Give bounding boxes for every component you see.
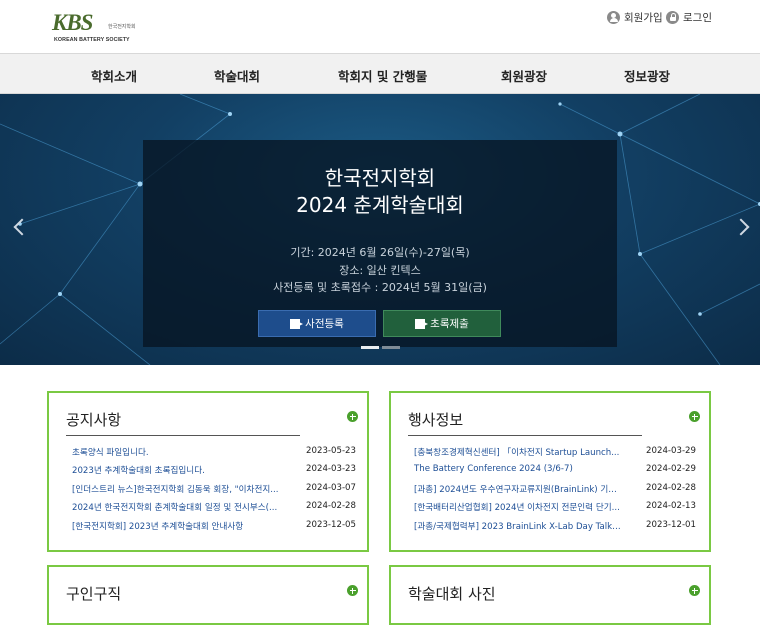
photos-panel: 학술대회 사진 xyxy=(389,565,711,625)
event-item-title[interactable]: [과총/국제협력부] 2023 BrainLink X-Lab Day Talk… xyxy=(414,520,622,532)
notice-item-title[interactable]: 2023년 추계학술대회 초록집입니다. xyxy=(72,464,282,476)
event-item-date: 2023-12-01 xyxy=(646,519,696,530)
title-divider xyxy=(408,435,642,436)
event-item-date: 2024-02-13 xyxy=(646,501,696,512)
user-icon xyxy=(607,10,620,24)
enter-icon xyxy=(290,318,304,329)
plus-icon[interactable] xyxy=(689,585,700,596)
plus-icon[interactable] xyxy=(347,411,358,422)
login-label: 로그인 xyxy=(683,11,712,24)
event-announcement: 한국전지학회 2024 춘계학술대회 기간: 2024년 6월 26일(수)-2… xyxy=(143,140,617,347)
logo-korean-name: 한국전지학회 xyxy=(108,24,136,30)
notice-item-date: 2023-12-05 xyxy=(306,519,356,530)
list-item[interactable]: 2024년 한국전지학회 춘계학술대회 일정 및 전시부스(... 2024-02… xyxy=(72,501,356,519)
event-item-title[interactable]: [한국배터리산업협회] 2024년 이차전지 전문인력 단기... xyxy=(414,501,622,513)
abstract-submit-button[interactable]: 초록제출 xyxy=(383,310,501,337)
carousel-dot-1[interactable] xyxy=(361,346,379,349)
notice-item-date: 2024-03-07 xyxy=(306,482,356,493)
nav-item-about[interactable]: 학회소개 xyxy=(91,66,137,85)
list-item[interactable]: The Battery Conference 2024 (3/6-7) 2024-… xyxy=(414,464,696,482)
list-item[interactable]: [과총/국제협력부] 2023 BrainLink X-Lab Day Talk… xyxy=(414,520,696,538)
notice-panel: 공지사항 초록양식 파일입니다. 2023-05-23 2023년 추계학술대회 … xyxy=(47,391,369,552)
carousel-dot-2[interactable] xyxy=(382,346,400,349)
enter-icon xyxy=(415,318,429,329)
events-list: [충북창조경제혁신센터] 「이차전지 Startup Launch... 2024… xyxy=(414,446,696,538)
event-item-date: 2024-03-29 xyxy=(646,446,696,456)
jobs-title: 구인구직 xyxy=(66,585,122,603)
hero-title-society: 한국전지학회 xyxy=(324,166,436,190)
nav-item-members[interactable]: 회원광장 xyxy=(501,66,547,85)
list-item[interactable]: 초록양식 파일입니다. 2023-05-23 xyxy=(72,446,356,464)
hero-title-event: 2024 춘계학술대회 xyxy=(296,193,464,217)
title-divider xyxy=(66,435,300,436)
event-item-title[interactable]: [과총] 2024년도 우수연구자교류지원(BrainLink) 기술... xyxy=(414,483,622,495)
event-item-date: 2024-02-28 xyxy=(646,482,696,493)
event-item-title[interactable]: [충북창조경제혁신센터] 「이차전지 Startup Launch... xyxy=(414,446,622,458)
logo-english-name: KOREAN BATTERY SOCIETY xyxy=(54,37,130,43)
pre-registration-button[interactable]: 사전등록 xyxy=(258,310,376,337)
notice-title: 공지사항 xyxy=(66,411,122,429)
event-item-title[interactable]: The Battery Conference 2024 (3/6-7) xyxy=(414,464,622,474)
join-label: 회원가입 xyxy=(624,11,663,24)
list-item[interactable]: [한국배터리산업협회] 2024년 이차전지 전문인력 단기... 2024-02… xyxy=(414,501,696,519)
pre-registration-label: 사전등록 xyxy=(305,318,344,330)
notice-item-date: 2023-05-23 xyxy=(306,446,356,456)
list-item[interactable]: [한국전지학회] 2023년 추계학술대회 안내사항 2023-12-05 xyxy=(72,520,356,538)
nav-item-info[interactable]: 정보광장 xyxy=(624,66,670,85)
site-header: KBS 한국전지학회 KOREAN BATTERY SOCIETY 회원가입 로… xyxy=(0,0,760,53)
notice-item-date: 2024-02-28 xyxy=(306,501,356,512)
events-title: 행사정보 xyxy=(408,411,464,429)
list-item[interactable]: 2023년 추계학술대회 초록집입니다. 2024-03-23 xyxy=(72,464,356,482)
jobs-panel: 구인구직 xyxy=(47,565,369,625)
nav-item-journal[interactable]: 학회지 및 간행물 xyxy=(338,66,427,85)
notice-item-title[interactable]: 2024년 한국전지학회 춘계학술대회 일정 및 전시부스(... xyxy=(72,501,282,513)
list-item[interactable]: [과총] 2024년도 우수연구자교류지원(BrainLink) 기술... 20… xyxy=(414,483,696,501)
join-link[interactable]: 회원가입 xyxy=(607,9,663,25)
plus-icon[interactable] xyxy=(689,411,700,422)
notice-list: 초록양식 파일입니다. 2023-05-23 2023년 추계학술대회 초록집입니… xyxy=(72,446,356,538)
notice-item-title[interactable]: [인더스트리 뉴스]한국전지학회 김동욱 회장, "이차전지... xyxy=(72,483,282,495)
site-logo[interactable]: KBS 한국전지학회 KOREAN BATTERY SOCIETY xyxy=(52,10,138,44)
nav-item-conference[interactable]: 학술대회 xyxy=(214,66,260,85)
list-item[interactable]: [충북창조경제혁신센터] 「이차전지 Startup Launch... 2024… xyxy=(414,446,696,464)
notice-item-title[interactable]: 초록양식 파일입니다. xyxy=(72,446,282,458)
list-item[interactable]: [인더스트리 뉴스]한국전지학회 김동욱 회장, "이차전지... 2024-03… xyxy=(72,483,356,501)
events-panel: 행사정보 [충북창조경제혁신센터] 「이차전지 Startup Launch..… xyxy=(389,391,711,552)
main-nav: 학회소개 학술대회 학회지 및 간행물 회원광장 정보광장 xyxy=(0,53,760,94)
event-venue: 장소: 일산 킨텍스 xyxy=(339,264,421,277)
photos-title: 학술대회 사진 xyxy=(408,585,496,603)
logo-text: KBS xyxy=(52,10,93,35)
event-period: 기간: 2024년 6월 26일(수)-27일(목) xyxy=(290,246,470,259)
hero-banner: 한국전지학회 2024 춘계학술대회 기간: 2024년 6월 26일(수)-2… xyxy=(0,94,760,365)
lock-icon xyxy=(666,10,679,24)
login-link[interactable]: 로그인 xyxy=(666,9,712,25)
notice-item-title[interactable]: [한국전지학회] 2023년 추계학술대회 안내사항 xyxy=(72,520,282,532)
event-item-date: 2024-02-29 xyxy=(646,464,696,475)
abstract-submit-label: 초록제출 xyxy=(430,318,469,330)
plus-icon[interactable] xyxy=(347,585,358,596)
event-deadline: 사전등록 및 초록접수 : 2024년 5월 31일(금) xyxy=(273,281,487,294)
notice-item-date: 2024-03-23 xyxy=(306,464,356,475)
